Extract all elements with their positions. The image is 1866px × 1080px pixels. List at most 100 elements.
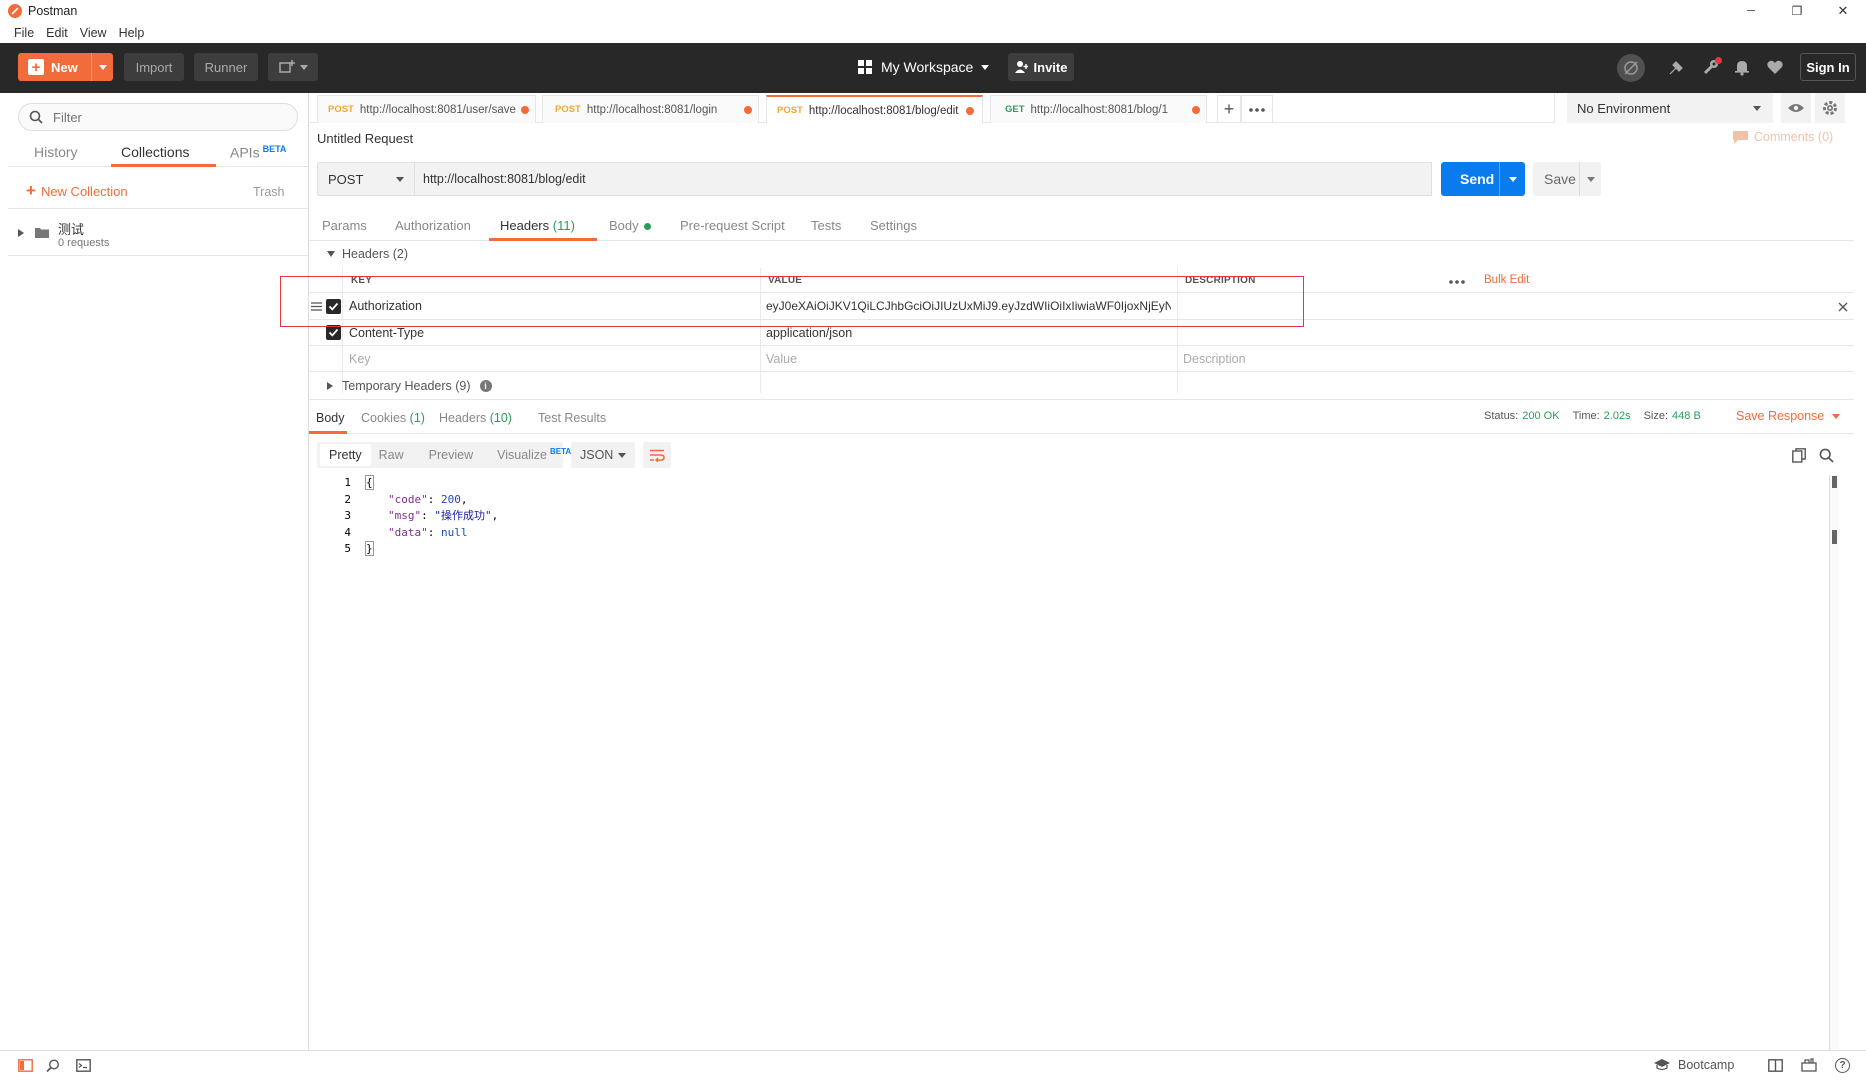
send-button[interactable]: Send [1441,162,1525,196]
menu-view[interactable]: View [80,26,107,40]
satellite-icon[interactable] [1667,59,1685,77]
invite-button[interactable]: Invite [1008,53,1074,81]
response-view-tabs: Pretty Raw Preview Visualize BETA [317,442,571,468]
new-window-button[interactable] [268,53,318,81]
new-collection-button[interactable]: + New Collection [26,181,128,201]
sign-in-button[interactable]: Sign In [1800,53,1856,81]
view-visualize[interactable]: Visualize BETA [497,447,571,462]
time-value[interactable]: 2.02s [1604,410,1631,422]
folder-icon [35,228,49,238]
temporary-headers-toggle[interactable]: Temporary Headers (9) i [327,379,492,393]
workspace-switcher[interactable]: My Workspace [858,53,990,81]
status-value[interactable]: 200 OK [1522,410,1559,422]
close-window-button[interactable]: ✕ [1820,3,1866,19]
browse-icon[interactable] [1801,1058,1817,1072]
editor-scroll-thumb[interactable] [1832,530,1837,544]
new-value-input[interactable]: Value [766,346,797,371]
new-dropdown-chevron-icon[interactable] [91,53,113,81]
sync-off-icon[interactable] [1617,54,1645,82]
response-tab-body-indicator [309,431,347,434]
url-input[interactable]: http://localhost:8081/blog/edit [415,162,1432,196]
view-preview[interactable]: Preview [429,448,473,462]
wrench-icon[interactable] [1702,57,1722,76]
plus-icon: + [26,181,36,200]
view-pretty[interactable]: Pretty [320,444,371,466]
add-tab-button[interactable]: + [1217,95,1241,123]
save-dropdown-chevron-icon[interactable] [1579,162,1601,196]
import-button[interactable]: Import [124,53,184,81]
line-numbers: 1 2 3 4 5 [344,476,351,555]
menu-help[interactable]: Help [119,26,145,40]
tab-settings[interactable]: Settings [870,218,917,233]
filter-field[interactable] [18,103,298,131]
view-raw[interactable]: Raw [379,448,404,462]
code-content: { "code": 200, "msg": "操作成功", "data": nu… [365,475,499,556]
new-description-input[interactable]: Description [1183,346,1246,371]
console-icon[interactable] [76,1059,91,1072]
sidebar-toggle-icon[interactable] [18,1059,33,1072]
unsaved-dot [966,106,974,115]
search-icon[interactable] [1819,448,1834,463]
format-select[interactable]: JSON [571,442,635,468]
wrap-lines-button[interactable] [643,442,671,468]
manage-environments-button[interactable] [1815,93,1845,123]
heart-icon[interactable] [1766,58,1784,76]
tab-options-button[interactable] [1241,95,1273,123]
request-tab-active[interactable]: POST http://localhost:8081/blog/edit [766,95,983,124]
response-tab-headers[interactable]: Headers (10) [439,411,512,425]
more-horizontal-icon[interactable] [1449,280,1465,284]
editor-scrollbar[interactable] [1829,475,1839,1050]
save-response-button[interactable]: Save Response [1736,409,1841,423]
response-tab-body[interactable]: Body [316,411,345,425]
tab-params[interactable]: Params [322,218,367,233]
response-meta: Status: 200 OK Time: 2.02s Size: 448 B [1484,410,1701,422]
menu-file[interactable]: File [14,26,34,40]
response-tab-cookies[interactable]: Cookies (1) [361,411,425,425]
tab-collections[interactable]: Collections [121,144,189,160]
restore-button[interactable]: ❐ [1774,4,1820,18]
close-icon[interactable] [1838,302,1848,312]
send-dropdown-chevron-icon[interactable] [1499,162,1525,196]
request-tab[interactable]: POST http://localhost:8081/login [542,95,759,123]
size-value[interactable]: 448 B [1672,410,1701,422]
request-tab[interactable]: POST http://localhost:8081/user/save [317,95,536,123]
two-pane-icon[interactable] [1768,1059,1783,1072]
minimize-button[interactable]: ─ [1728,5,1774,17]
runner-button[interactable]: Runner [194,53,258,81]
tab-body[interactable]: Body [609,218,651,233]
help-icon[interactable]: ? [1835,1058,1850,1073]
collection-item[interactable]: 测试 0 requests [8,209,308,256]
save-button[interactable]: Save [1533,162,1601,196]
comments-button[interactable]: Comments (0) [1733,130,1833,144]
new-button[interactable]: + New [18,53,113,81]
info-icon: i [479,380,492,392]
environment-select[interactable]: No Environment [1567,93,1773,123]
bulk-edit-link[interactable]: Bulk Edit [1484,268,1529,292]
bootcamp-button[interactable]: Bootcamp [1654,1058,1734,1072]
tab-apis[interactable]: APIs BETA [230,144,286,161]
response-tab-test-results[interactable]: Test Results [538,411,606,425]
chevron-down-icon [396,176,404,182]
tab-history[interactable]: History [34,144,78,160]
tab-pre-request-script[interactable]: Pre-request Script [680,218,785,233]
search-icon [29,110,43,124]
tab-authorization[interactable]: Authorization [395,218,471,233]
headers-section-toggle[interactable]: Headers (2) [327,247,408,261]
trash-link[interactable]: Trash [253,185,285,199]
bell-icon[interactable] [1733,58,1751,76]
request-tab[interactable]: GET http://localhost:8081/blog/1 [990,95,1207,123]
request-name[interactable]: Untitled Request [317,131,413,146]
tab-headers-indicator [489,238,597,241]
method-select[interactable]: POST [317,162,415,196]
tab-tests[interactable]: Tests [811,218,841,233]
postman-logo-icon [8,4,22,18]
new-key-input[interactable]: Key [349,346,371,371]
copy-icon[interactable] [1792,448,1806,463]
find-icon[interactable] [46,1059,60,1073]
menu-edit[interactable]: Edit [46,26,68,40]
response-editor[interactable]: 1 2 3 4 5 { "code": 200, "msg": "操作成功", … [309,475,1854,1050]
environment-quick-look-button[interactable] [1781,93,1811,123]
caret-right-icon[interactable] [18,229,24,237]
tab-headers[interactable]: Headers (11) [500,218,575,233]
filter-input[interactable] [53,109,273,125]
